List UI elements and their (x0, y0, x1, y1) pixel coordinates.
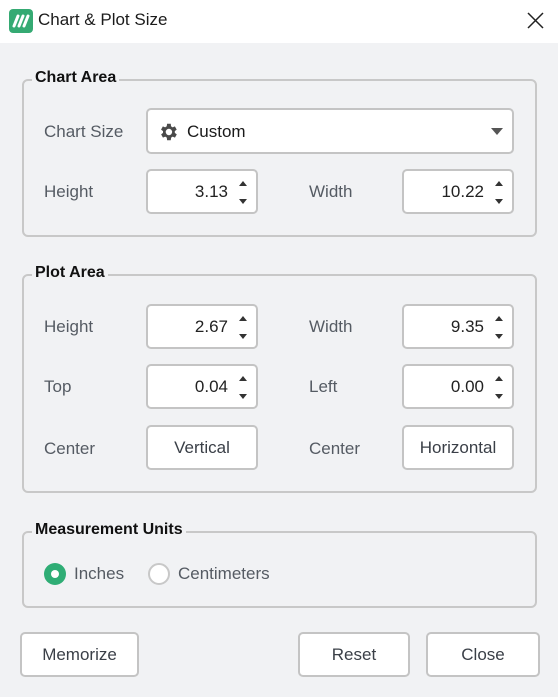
chart-size-label: Chart Size (44, 122, 124, 141)
spin-down-icon[interactable] (493, 196, 505, 206)
spin-up-icon[interactable] (237, 179, 249, 189)
spin-up-icon[interactable] (493, 314, 505, 324)
chart-width-value: 10.22 (441, 182, 484, 201)
plot-top-value: 0.04 (194, 377, 228, 396)
chart-size-value: Custom (187, 122, 246, 141)
gear-icon (161, 123, 177, 141)
window-title: Chart & Plot Size (38, 10, 168, 29)
plot-height-label: Height (44, 317, 94, 336)
spin-down-icon[interactable] (237, 391, 249, 401)
inches-radio[interactable] (44, 563, 66, 585)
spin-down-icon[interactable] (493, 391, 505, 401)
plot-left-value: 0.00 (450, 377, 484, 396)
spin-up-icon[interactable] (237, 374, 249, 384)
plot-left-spinbox[interactable]: 0.00 (402, 364, 514, 409)
spin-up-icon[interactable] (493, 179, 505, 189)
measurement-units-title: Measurement Units (32, 520, 186, 540)
plot-width-value: 9.35 (450, 317, 484, 336)
chart-width-spinbox[interactable]: 10.22 (402, 169, 514, 214)
inches-label[interactable]: Inches (74, 564, 124, 584)
plot-width-spinbox[interactable]: 9.35 (402, 304, 514, 349)
centimeters-radio[interactable] (148, 563, 170, 585)
spin-down-icon[interactable] (493, 331, 505, 341)
title-bar: Chart & Plot Size (0, 0, 558, 43)
reset-button[interactable]: Reset (298, 632, 410, 677)
chevron-down-icon (491, 128, 503, 135)
app-logo-icon (9, 9, 33, 33)
plot-width-label: Width (309, 317, 353, 336)
chart-area-title: Chart Area (32, 68, 120, 88)
plot-top-label: Top (44, 377, 72, 396)
memorize-button[interactable]: Memorize (20, 632, 139, 677)
spin-down-icon[interactable] (237, 196, 249, 206)
chart-height-spinbox[interactable]: 3.13 (146, 169, 258, 214)
chart-height-label: Height (44, 182, 94, 201)
center-horizontal-label: Center (309, 439, 361, 458)
spin-down-icon[interactable] (237, 331, 249, 341)
spin-up-icon[interactable] (493, 374, 505, 384)
plot-height-value: 2.67 (194, 317, 228, 336)
centimeters-label[interactable]: Centimeters (178, 564, 270, 584)
center-vertical-label: Center (44, 439, 96, 458)
center-vertical-button[interactable]: Vertical (146, 425, 258, 470)
plot-left-label: Left (309, 377, 338, 396)
center-horizontal-button[interactable]: Horizontal (402, 425, 514, 470)
spin-up-icon[interactable] (237, 314, 249, 324)
close-icon[interactable] (520, 8, 550, 34)
plot-area-title: Plot Area (32, 263, 108, 283)
plot-top-spinbox[interactable]: 0.04 (146, 364, 258, 409)
chart-width-label: Width (309, 182, 353, 201)
close-button[interactable]: Close (426, 632, 540, 677)
plot-height-spinbox[interactable]: 2.67 (146, 304, 258, 349)
chart-height-value: 3.13 (194, 182, 228, 201)
chart-size-dropdown[interactable]: Custom (146, 108, 514, 154)
